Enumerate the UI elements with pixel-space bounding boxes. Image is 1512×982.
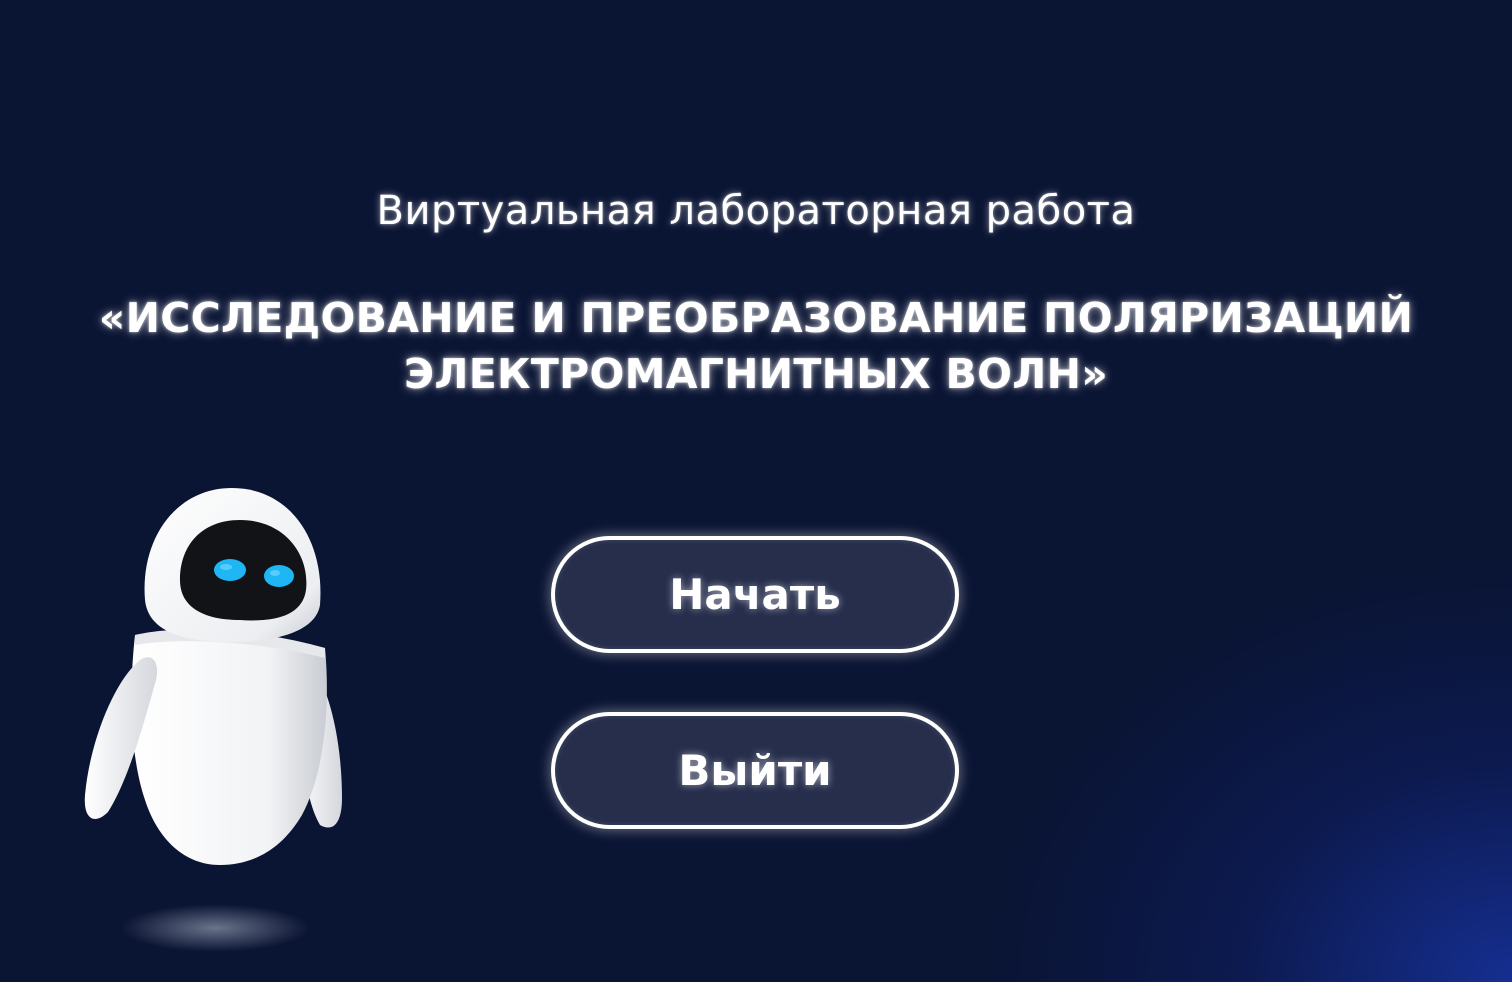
page-title-line-1: «ИССЛЕДОВАНИЕ И ПРЕОБРАЗОВАНИЕ ПОЛЯРИЗАЦ… (98, 294, 1414, 342)
robot-mascot-icon (80, 480, 360, 960)
page-title: «ИССЛЕДОВАНИЕ И ПРЕОБРАЗОВАНИЕ ПОЛЯРИЗАЦ… (0, 290, 1512, 402)
page-subtitle: Виртуальная лабораторная работа (376, 188, 1136, 234)
page-title-line-2: ЭЛЕКТРОМАГНИТНЫХ ВОЛН» (403, 350, 1109, 398)
exit-button[interactable]: Выйти (551, 712, 959, 829)
start-button[interactable]: Начать (551, 536, 959, 653)
